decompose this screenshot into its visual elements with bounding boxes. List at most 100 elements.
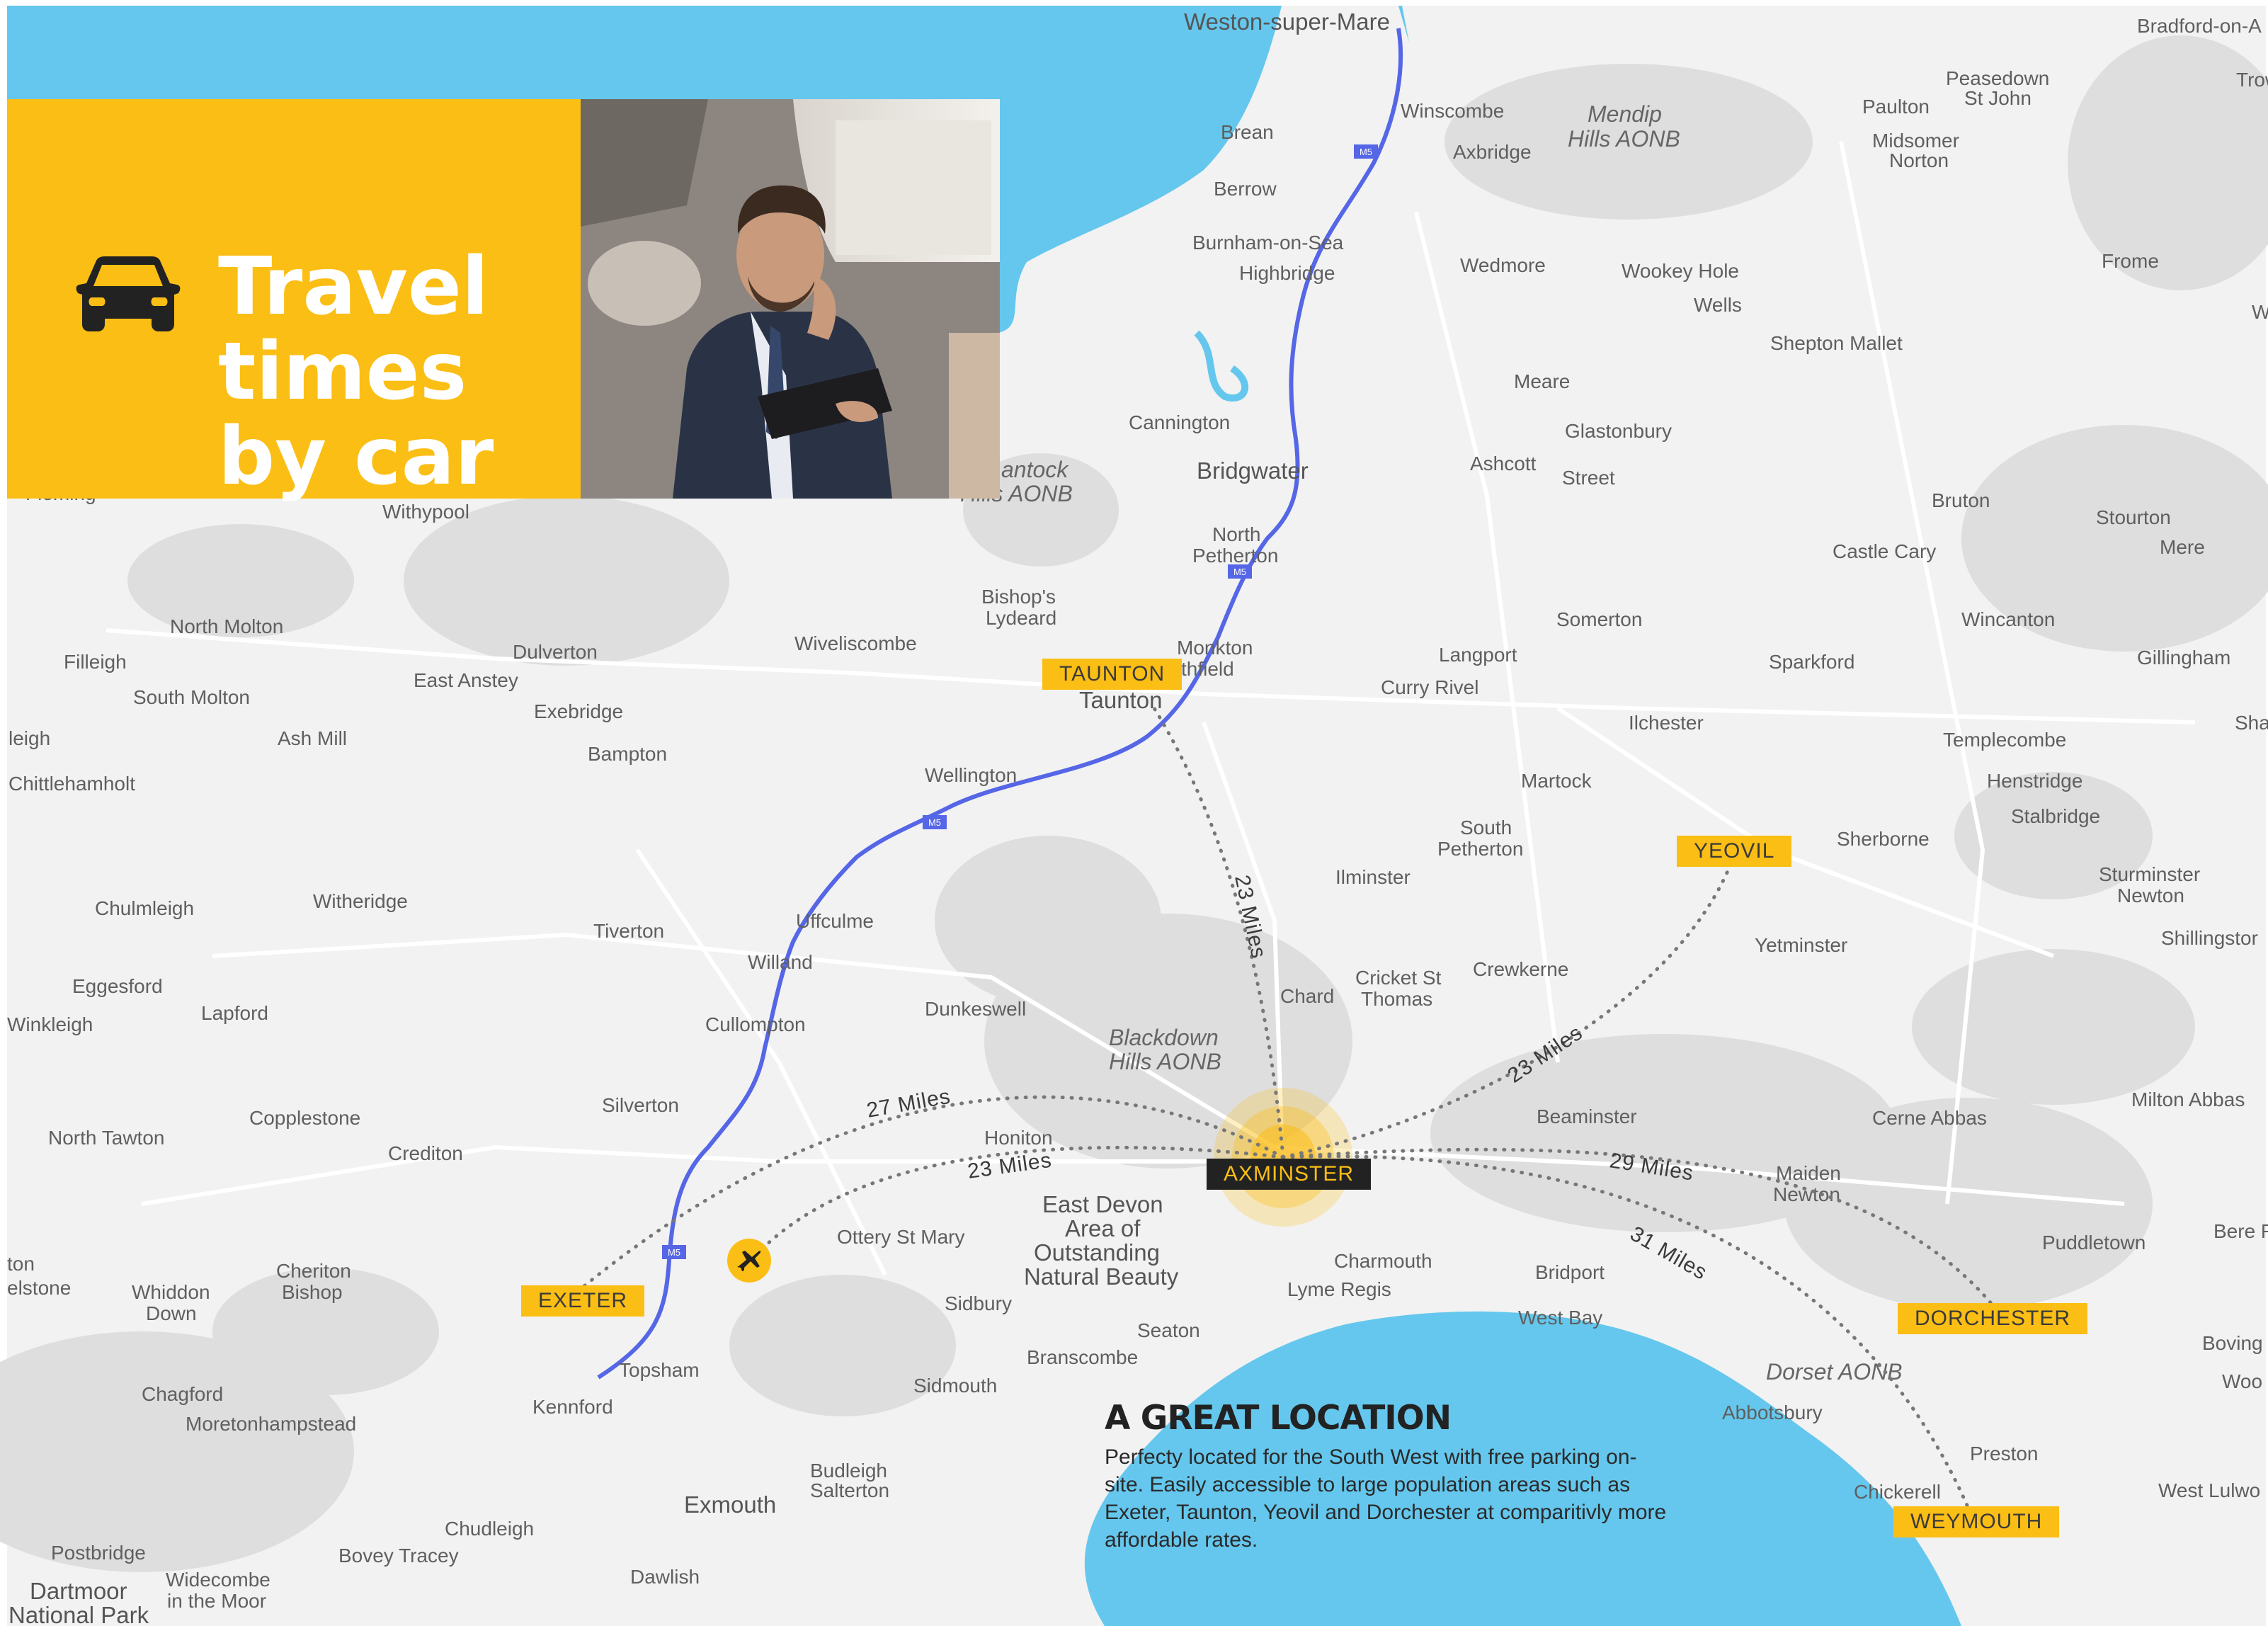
place-winkleigh: Winkleigh [7, 1013, 93, 1035]
svg-text:Area of: Area of [1065, 1215, 1141, 1241]
hub-label-axminster[interactable]: AXMINSTER [1207, 1159, 1372, 1190]
place-whiddon-down: Whiddon [132, 1281, 210, 1303]
place-wiveliscombe: Wiveliscombe [794, 632, 917, 654]
place-eggesford: Eggesford [72, 975, 163, 997]
place-yetminster: Yetminster [1755, 934, 1847, 956]
place-chittlehamholt: Chittlehamholt [8, 773, 135, 795]
place-wincanton: Wincanton [1961, 608, 2055, 630]
place-beaminster: Beaminster [1537, 1105, 1637, 1127]
place-castle-cary: Castle Cary [1833, 540, 1936, 562]
place-cheriton-bishop: Cheriton [276, 1260, 351, 1282]
svg-text:Lydeard: Lydeard [986, 607, 1056, 629]
banner-title: Travel times by car [218, 241, 494, 503]
map-page: M5 M5 M5 M5 Weston-super-Mare Winscombe … [0, 0, 2268, 1626]
svg-text:Natural Beauty: Natural Beauty [1024, 1263, 1179, 1290]
place-stourton: Stourton [2096, 506, 2171, 528]
place-quantock: antock [1001, 457, 1069, 482]
place-lapford: Lapford [201, 1002, 268, 1024]
place-weston-super-mare: Weston-super-Mare [1184, 8, 1390, 35]
place-shepton-mallet: Shepton Mallet [1770, 332, 1903, 354]
place-abbotsbury: Abbotsbury [1722, 1402, 1823, 1423]
svg-text:Norton: Norton [1889, 149, 1949, 171]
place-bradford: Bradford-on-A [2137, 15, 2262, 37]
place-filleigh: Filleigh [64, 651, 127, 673]
place-ilminster: Ilminster [1335, 866, 1411, 888]
place-cullompton: Cullompton [705, 1013, 806, 1035]
place-trow: Trow [2236, 69, 2268, 91]
destination-label-exeter[interactable]: EXETER [521, 1285, 645, 1317]
svg-text:Down: Down [146, 1302, 197, 1324]
place-silverton: Silverton [602, 1094, 679, 1116]
place-crewkerne: Crewkerne [1473, 958, 1568, 980]
location-info: A GREAT LOCATION Perfecty located for th… [1105, 1399, 1671, 1554]
place-meare: Meare [1514, 370, 1570, 392]
svg-text:Sha: Sha [2235, 712, 2268, 734]
place-midsomer-norton: Midsomer [1872, 130, 1959, 152]
destination-label-taunton[interactable]: TAUNTON [1042, 659, 1183, 690]
svg-text:Newton: Newton [1773, 1183, 1840, 1205]
place-bovey-tracey: Bovey Tracey [338, 1545, 459, 1567]
place-milton-abbas: Milton Abbas [2131, 1088, 2245, 1110]
place-sparkford: Sparkford [1769, 651, 1854, 673]
place-copplestone: Copplestone [249, 1107, 360, 1129]
svg-text:M5: M5 [928, 817, 941, 828]
svg-text:Outstanding: Outstanding [1034, 1239, 1160, 1266]
place-branscombe: Branscombe [1027, 1346, 1138, 1368]
place-exmouth: Exmouth [684, 1491, 776, 1518]
place-willand: Willand [748, 951, 813, 973]
place-wells: Wells [1694, 294, 1742, 316]
place-bampton: Bampton [588, 743, 667, 765]
svg-text:M5: M5 [1360, 147, 1372, 157]
svg-text:Bishop: Bishop [282, 1281, 343, 1303]
businessman-in-car-photo [581, 99, 1000, 499]
place-curry-rivel: Curry Rivel [1381, 676, 1478, 698]
place-stalbridge: Stalbridge [2011, 805, 2100, 827]
place-west-lulworth: West Lulwo [2158, 1479, 2260, 1501]
svg-text:Hills AONB: Hills AONB [1568, 126, 1680, 152]
place-dunkeswell: Dunkeswell [925, 998, 1026, 1020]
svg-text:Newton: Newton [2117, 885, 2184, 906]
place-mere: Mere [2160, 536, 2205, 558]
destination-label-yeovil[interactable]: YEOVIL [1677, 836, 1792, 867]
place-dulverton: Dulverton [513, 641, 598, 663]
place-bere-regis: Bere R [2213, 1220, 2268, 1242]
svg-text:Thomas: Thomas [1361, 988, 1432, 1010]
place-north-molton: North Molton [170, 615, 283, 637]
place-bishops-lydeard: Bishop's [981, 586, 1056, 608]
destination-label-weymouth[interactable]: WEYMOUTH [1893, 1506, 2060, 1537]
place-peasedown: Peasedown [1946, 67, 2049, 89]
destination-label-dorchester[interactable]: DORCHESTER [1898, 1303, 2088, 1334]
place-budleigh-salterton: Budleigh [810, 1460, 887, 1482]
place-postbridge: Postbridge [51, 1542, 146, 1564]
airplane-icon[interactable] [726, 1238, 772, 1283]
svg-text:Petherton: Petherton [1192, 545, 1278, 567]
svg-text:thfield: thfield [1181, 658, 1234, 680]
place-chard: Chard [1280, 985, 1334, 1007]
place-tiverton: Tiverton [593, 920, 664, 942]
car-icon [76, 256, 181, 331]
place-ash-mill: Ash Mill [278, 727, 347, 749]
place-martock: Martock [1521, 770, 1592, 792]
place-kennford: Kennford [532, 1396, 613, 1418]
place-ottery-st-mary: Ottery St Mary [837, 1226, 964, 1248]
place-henstridge: Henstridge [1987, 770, 2082, 792]
place-gillingham: Gillingham [2137, 647, 2230, 669]
place-paulton: Paulton [1862, 96, 1930, 118]
place-bridport: Bridport [1535, 1261, 1605, 1283]
place-topsham: Topsham [619, 1359, 700, 1381]
place-chagford: Chagford [142, 1383, 223, 1405]
place-chulmleigh: Chulmleigh [95, 897, 194, 919]
svg-text:Petherton: Petherton [1437, 838, 1523, 860]
svg-text:W: W [2252, 301, 2268, 323]
svg-text:elstone: elstone [7, 1277, 71, 1299]
place-north-petherton: North [1212, 523, 1260, 545]
place-maiden-newton: Maiden [1776, 1162, 1841, 1184]
place-puddletown: Puddletown [2042, 1232, 2146, 1253]
place-withypool: Withypool [382, 501, 469, 523]
place-widecombe: Widecombe [166, 1569, 270, 1591]
svg-text:St John: St John [1964, 87, 2031, 109]
place-chickerell: Chickerell [1854, 1481, 1941, 1503]
svg-text:in the Moor: in the Moor [167, 1590, 266, 1612]
svg-text:leigh: leigh [8, 727, 50, 749]
place-sidbury: Sidbury [945, 1292, 1012, 1314]
